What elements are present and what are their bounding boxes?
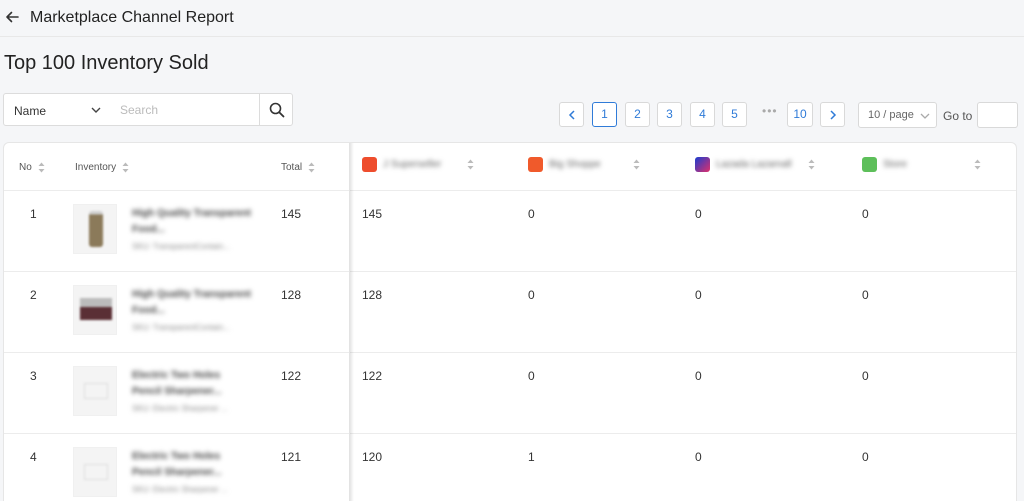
row-divider <box>4 271 1016 272</box>
next-page-button[interactable] <box>820 102 845 127</box>
row-3-channel-1: 122 <box>362 369 383 383</box>
row-4-channel-2: 1 <box>528 450 535 464</box>
shop-bag-icon <box>362 157 377 172</box>
row-2-total: 128 <box>281 288 302 302</box>
column-header-inventory-label: Inventory <box>75 162 117 173</box>
back-arrow-icon[interactable] <box>4 9 20 25</box>
column-header-channel-3[interactable]: Lazada Lazamall <box>695 157 815 172</box>
page-10-button[interactable]: 10 <box>787 102 813 127</box>
more-pages-ellipsis[interactable]: ••• <box>762 104 778 118</box>
product-thumbnail[interactable] <box>73 366 117 416</box>
page-5-button[interactable]: 5 <box>722 102 747 127</box>
page-size-value: 10 / page <box>868 109 914 121</box>
product-thumbnail[interactable] <box>73 285 117 335</box>
row-1-total: 145 <box>281 207 302 221</box>
sort-icon[interactable] <box>38 162 45 173</box>
row-4-channel-1: 120 <box>362 450 383 464</box>
row-4-channel-3: 0 <box>695 450 702 464</box>
row-1-channel-4: 0 <box>862 207 869 221</box>
page-size-select[interactable]: 10 / page <box>858 102 937 128</box>
search-field-select[interactable]: Name <box>3 93 111 126</box>
sort-icon[interactable] <box>633 159 640 170</box>
row-4-channel-4: 0 <box>862 450 869 464</box>
sort-icon[interactable] <box>308 162 315 173</box>
sort-icon[interactable] <box>808 159 815 170</box>
sort-icon[interactable] <box>974 159 981 170</box>
row-3-channel-3: 0 <box>695 369 702 383</box>
row-2-channel-4: 0 <box>862 288 869 302</box>
channel-2-label: Big Shoppe <box>549 159 601 170</box>
row-2-channel-1: 128 <box>362 288 383 302</box>
column-header-channel-4[interactable]: Store <box>862 157 981 172</box>
product-sku: SKU: TransparentContain... <box>132 242 230 251</box>
product-name[interactable]: Electric Two Holes Pencil Sharpener... <box>132 449 252 481</box>
product-sku: SKU: Electric Sharpener ... <box>132 485 228 494</box>
search-button[interactable] <box>259 93 293 126</box>
goto-page-input[interactable] <box>977 102 1018 128</box>
column-header-channel-1[interactable]: J Superseller <box>362 157 474 172</box>
row-1-channel-2: 0 <box>528 207 535 221</box>
product-name[interactable]: Electric Two Holes Pencil Sharpener... <box>132 368 252 400</box>
column-header-total-label: Total <box>281 162 303 173</box>
prev-page-button[interactable] <box>559 102 584 127</box>
row-divider <box>4 352 1016 353</box>
chevron-right-icon <box>829 110 836 120</box>
column-header-inventory[interactable]: Inventory <box>75 162 129 173</box>
channel-3-label: Lazada Lazamall <box>716 159 792 170</box>
channel-4-label: Store <box>883 159 907 170</box>
report-title: Marketplace Channel Report <box>30 9 234 26</box>
product-sku: SKU: Electric Sharpener ... <box>132 404 228 413</box>
page-4-button[interactable]: 4 <box>690 102 715 127</box>
chevron-down-icon <box>920 113 930 119</box>
product-name[interactable]: High Quality Transparent Food... <box>132 206 252 238</box>
product-thumbnail[interactable] <box>73 447 117 497</box>
page-2-button[interactable]: 2 <box>625 102 650 127</box>
row-2-channel-2: 0 <box>528 288 535 302</box>
header-divider <box>4 190 1016 191</box>
frozen-column-shadow <box>350 143 354 501</box>
product-name[interactable]: High Quality Transparent Food... <box>132 287 252 319</box>
column-header-no-label: No <box>19 162 32 173</box>
sort-icon[interactable] <box>467 159 474 170</box>
row-3-no: 3 <box>30 369 37 383</box>
store-icon <box>862 157 877 172</box>
inventory-table: No Inventory Total J Superseller Big Sho… <box>3 142 1017 501</box>
search-field-value: Name <box>14 104 47 118</box>
product-sku: SKU: TransparentContain... <box>132 323 230 332</box>
sort-icon[interactable] <box>122 162 129 173</box>
row-divider <box>4 433 1016 434</box>
channel-1-label: J Superseller <box>383 159 442 170</box>
chevron-down-icon <box>91 107 101 113</box>
product-thumbnail[interactable] <box>73 204 117 254</box>
top-bar: Marketplace Channel Report <box>0 0 1024 37</box>
column-header-channel-2[interactable]: Big Shoppe <box>528 157 640 172</box>
row-1-channel-3: 0 <box>695 207 702 221</box>
search-input[interactable] <box>110 93 260 126</box>
lazada-heart-icon <box>695 157 710 172</box>
row-4-total: 121 <box>281 450 302 464</box>
search-icon <box>269 102 285 118</box>
row-1-no: 1 <box>30 207 37 221</box>
row-3-total: 122 <box>281 369 302 383</box>
row-4-no: 4 <box>30 450 37 464</box>
row-2-channel-3: 0 <box>695 288 702 302</box>
row-3-channel-4: 0 <box>862 369 869 383</box>
row-2-no: 2 <box>30 288 37 302</box>
page-3-button[interactable]: 3 <box>657 102 682 127</box>
page-title: Top 100 Inventory Sold <box>4 52 209 74</box>
shop-bag-icon <box>528 157 543 172</box>
chevron-left-icon <box>568 110 575 120</box>
column-header-no[interactable]: No <box>19 162 45 173</box>
row-3-channel-2: 0 <box>528 369 535 383</box>
row-1-channel-1: 145 <box>362 207 383 221</box>
page-1-button[interactable]: 1 <box>592 102 617 127</box>
column-header-total[interactable]: Total <box>281 162 315 173</box>
goto-label: Go to <box>943 109 973 123</box>
